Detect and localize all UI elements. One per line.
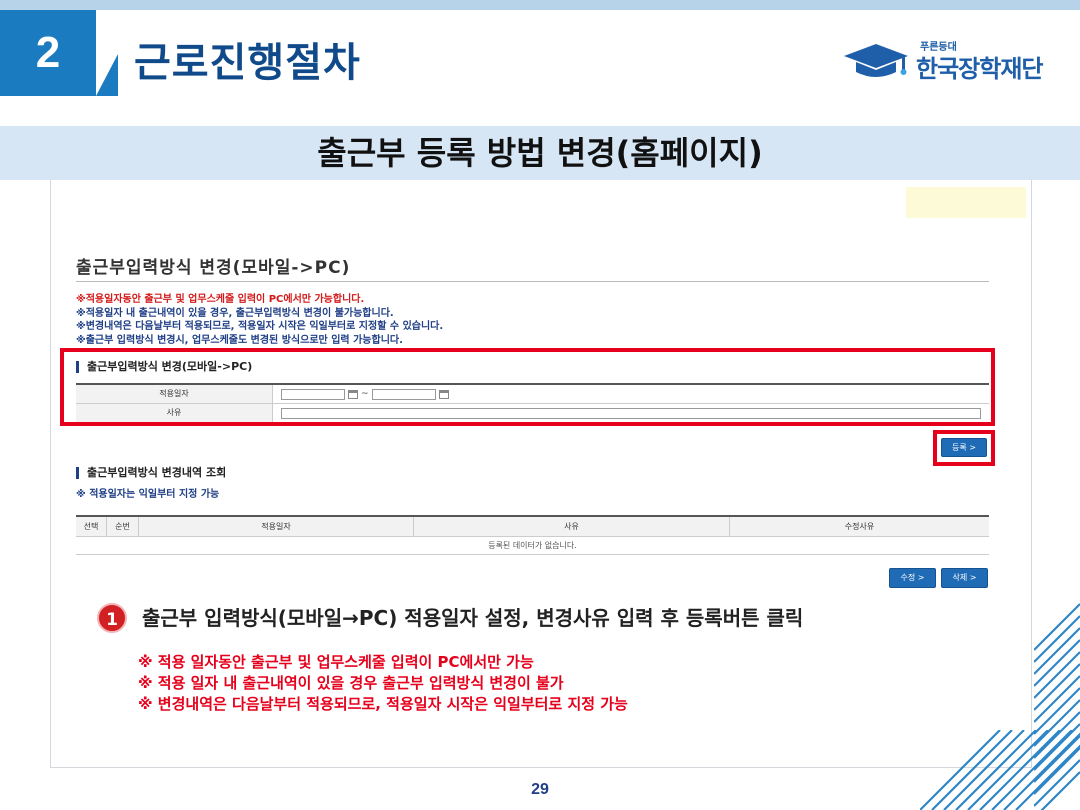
page-number: 29 <box>531 781 549 798</box>
decorative-stripes <box>920 603 1080 810</box>
